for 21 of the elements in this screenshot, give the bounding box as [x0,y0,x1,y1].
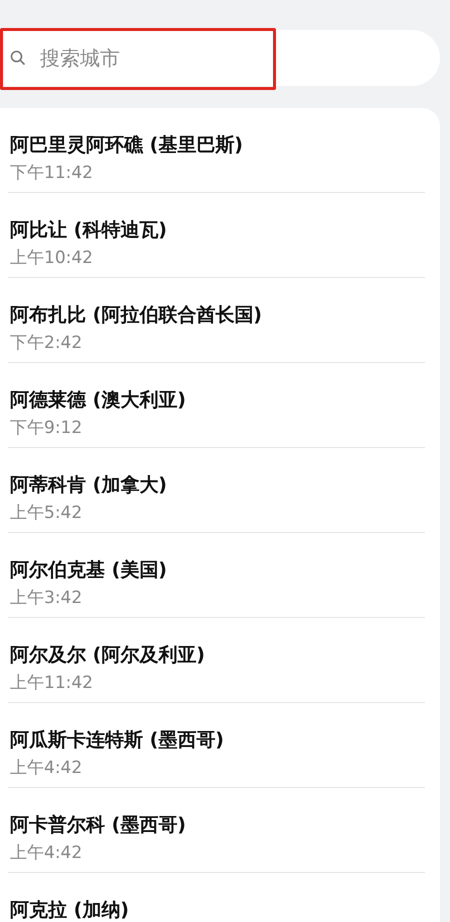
city-name[interactable]: 阿布扎比 (阿拉伯联合酋长国) [10,302,440,328]
city-time: 下午11:42 [10,162,94,184]
city-time: 下午2:42 [10,332,84,354]
city-name[interactable]: 阿巴里灵阿环礁 (基里巴斯) [10,132,440,158]
city-time: 上午4:42 [10,757,84,779]
city-time: 上午10:42 [10,247,94,269]
city-time: 上午4:42 [10,842,84,864]
city-time: 上午11:42 [10,672,94,694]
city-time: 下午9:12 [10,417,84,439]
city-time: 上午5:42 [10,502,84,524]
city-name[interactable]: 阿瓜斯卡连特斯 (墨西哥) [10,727,440,753]
city-name[interactable]: 阿尔伯克基 (美国) [10,557,440,583]
city-name[interactable]: 阿克拉 (加纳) [10,897,440,922]
city-name[interactable]: 阿德莱德 (澳大利亚) [10,387,440,413]
city-time: 上午3:42 [10,587,84,609]
city-name[interactable]: 阿蒂科肯 (加拿大) [10,472,440,498]
search-icon [10,50,26,66]
city-name[interactable]: 阿比让 (科特迪瓦) [10,217,440,243]
city-name[interactable]: 阿卡普尔科 (墨西哥) [10,812,440,838]
search-field[interactable]: 搜索城市 [0,30,440,86]
city-name[interactable]: 阿尔及尔 (阿尔及利亚) [10,642,440,668]
